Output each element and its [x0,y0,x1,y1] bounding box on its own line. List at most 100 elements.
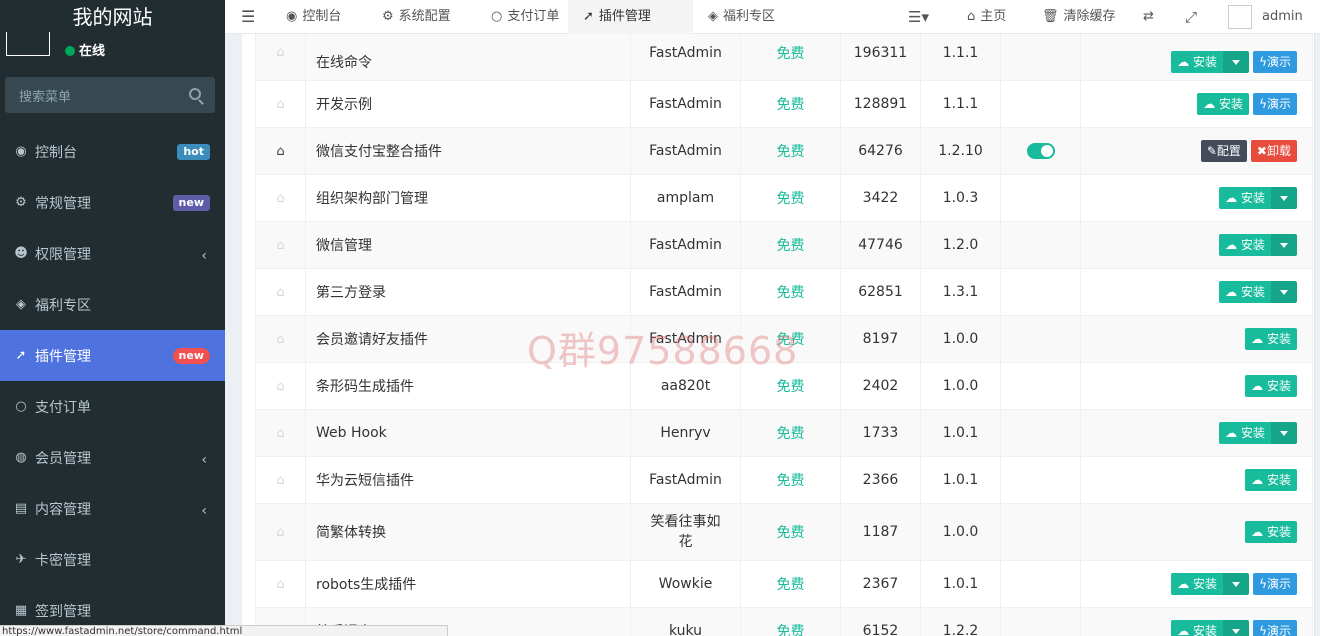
user-menu[interactable]: admin [1228,0,1303,34]
demo-button[interactable]: ϟ演示 [1253,573,1297,595]
calendar-icon: ▦ [14,603,28,618]
language-icon[interactable]: ⇄ [1143,0,1154,34]
sidebar-item-label: 签到管理 [35,603,91,620]
search-menu-input[interactable]: 搜索菜单 [5,77,215,113]
nav-tab[interactable]: ➚ 插件管理 [568,0,693,34]
plugin-author[interactable]: 笑看往事如花 [630,503,741,561]
plugin-author[interactable]: FastAdmin [630,456,741,504]
sidebar-toggle-icon[interactable]: ☰ [241,0,255,34]
clear-cache-button[interactable]: 🗑 清除缓存 [1042,0,1116,34]
install-button[interactable]: ☁ 安装 [1197,93,1250,115]
sidebar-item[interactable]: ☻ 权限管理 ‹ [0,228,225,279]
sidebar-item[interactable]: ◉ 控制台 hot [0,126,225,177]
caret-down-icon[interactable] [1271,422,1297,444]
menu-badge: new [172,195,210,211]
nav-tab[interactable]: ◉ 控制台 [271,0,372,34]
install-button[interactable]: ☁ 安装 [1219,234,1271,256]
plugin-downloads: 2402 [840,362,921,410]
home-link[interactable]: ⌂ 主页 [967,0,1006,34]
uninstall-label: 卸载 [1266,144,1291,158]
install-button[interactable]: ☁ 安装 [1171,50,1224,73]
plugin-author[interactable]: FastAdmin [630,315,741,363]
plugin-author[interactable]: aa820t [630,362,741,410]
install-label: 安装 [1266,473,1291,487]
plugin-downloads: 2366 [840,456,921,504]
plugin-author[interactable]: FastAdmin [630,34,741,81]
install-button[interactable]: ☁ 安装 [1245,469,1297,491]
enable-toggle[interactable] [1026,143,1055,159]
sidebar-menu: ◉ 控制台 hot ⚙ 常规管理 new ☻ 权限管理 ‹ ◈ 福利专区 ➚ 插件管理 new ○ 支付订单 ◍… [0,126,225,636]
plugin-name[interactable]: 简繁体转换 [305,503,631,561]
install-button[interactable]: ☁ 安装 [1245,328,1297,350]
caret-down-icon[interactable] [1271,187,1297,209]
plugin-name[interactable]: 会员邀请好友插件 [305,315,631,363]
install-button[interactable]: ☁ 安装 [1245,375,1297,397]
plugin-actions: ☁ 安装 ϟ演示 [1080,560,1313,608]
plugin-author[interactable]: FastAdmin [630,221,741,269]
plugin-author[interactable]: Wowkie [630,560,741,608]
plugin-author[interactable]: amplam [630,174,741,222]
sidebar-item[interactable]: ▤ 内容管理 ‹ [0,483,225,534]
caret-down-icon[interactable] [1223,620,1250,636]
plugin-author[interactable]: FastAdmin [630,268,741,316]
sidebar-item[interactable]: ⚙ 常规管理 new [0,177,225,228]
nav-tab[interactable]: ○ 支付订单 [476,0,575,34]
install-label: 安装 [1240,191,1265,205]
plugin-name[interactable]: 开发示例 [305,80,631,128]
search-icon[interactable] [189,88,201,100]
plugin-name[interactable]: Web Hook [305,409,631,457]
demo-button[interactable]: ϟ演示 [1253,50,1297,73]
plugin-name[interactable]: robots生成插件 [305,560,631,608]
top-navbar: ☰ ◉ 控制台 ⚙ 系统配置 ○ 支付订单 ➚ 插件管理 ◈ 福利专区 ☰▾ ⌂ 主页 🗑 清除缓存 … [225,0,1320,34]
plugin-downloads: 2367 [840,560,921,608]
install-button[interactable]: ☁ 安装 [1171,620,1224,636]
plugin-actions: ☁ 安装 [1080,268,1313,316]
menu-dropdown-icon[interactable]: ☰▾ [908,0,929,34]
sidebar-item[interactable]: ◍ 会员管理 ‹ [0,432,225,483]
table-row: ⌂ robots生成插件 Wowkie 免费 2367 1.0.1 ☁ 安装 ϟ演示 [255,560,1313,608]
sidebar-item-label: 控制台 [35,144,77,161]
site-title[interactable]: 我的网站 [0,0,225,34]
install-button[interactable]: ☁ 安装 [1245,521,1297,543]
demo-button[interactable]: ϟ演示 [1253,93,1297,115]
install-button[interactable]: ☁ 安装 [1219,187,1271,209]
demo-button[interactable]: ϟ演示 [1253,620,1297,636]
install-button[interactable]: ☁ 安装 [1219,422,1271,444]
plugin-author[interactable]: FastAdmin [630,127,741,175]
circle-icon: ○ [15,399,27,414]
caret-down-icon[interactable] [1223,573,1250,595]
sidebar-item[interactable]: ➚ 插件管理 new [0,330,225,381]
uninstall-button[interactable]: ✖卸载 [1250,140,1297,162]
plugin-author[interactable]: kuku [630,607,741,636]
install-label: 安装 [1193,54,1218,69]
caret-down-icon[interactable] [1271,281,1297,303]
config-button[interactable]: ✎配置 [1200,140,1247,162]
home-icon: ⌂ [967,9,976,24]
nav-tab[interactable]: ◈ 福利专区 [693,0,796,34]
plugin-name[interactable]: 组织架构部门管理 [305,174,631,222]
sidebar-item[interactable]: ○ 支付订单 [0,381,225,432]
install-label: 安装 [1193,577,1218,591]
plugin-author[interactable]: Henryv [630,409,741,457]
install-button[interactable]: ☁ 安装 [1171,573,1224,595]
nav-tab[interactable]: ⚙ 系统配置 [367,0,482,34]
plugin-author[interactable]: FastAdmin [630,80,741,128]
caret-down-icon[interactable] [1271,234,1297,256]
plugin-name[interactable]: 微信管理 [305,221,631,269]
plugin-name[interactable]: 华为云短信插件 [305,456,631,504]
plugin-downloads: 196311 [840,34,921,81]
sidebar-item[interactable]: ◈ 福利专区 [0,279,225,330]
chevron-left-icon: ‹ [201,503,207,519]
plugin-downloads: 1733 [840,409,921,457]
plugin-name[interactable]: 第三方登录 [305,268,631,316]
plugin-name[interactable]: 微信支付宝整合插件 [305,127,631,175]
avatar [6,32,50,56]
plugin-name[interactable]: 条形码生成插件 [305,362,631,410]
sidebar-item[interactable]: ✈ 卡密管理 [0,534,225,585]
install-button[interactable]: ☁ 安装 [1219,281,1271,303]
plugin-status [1000,80,1081,128]
plugin-name[interactable]: 在线命令 [305,34,631,81]
plugin-status [1000,456,1081,504]
caret-down-icon[interactable] [1223,50,1250,73]
fullscreen-icon[interactable]: ⤢ [1185,0,1197,34]
